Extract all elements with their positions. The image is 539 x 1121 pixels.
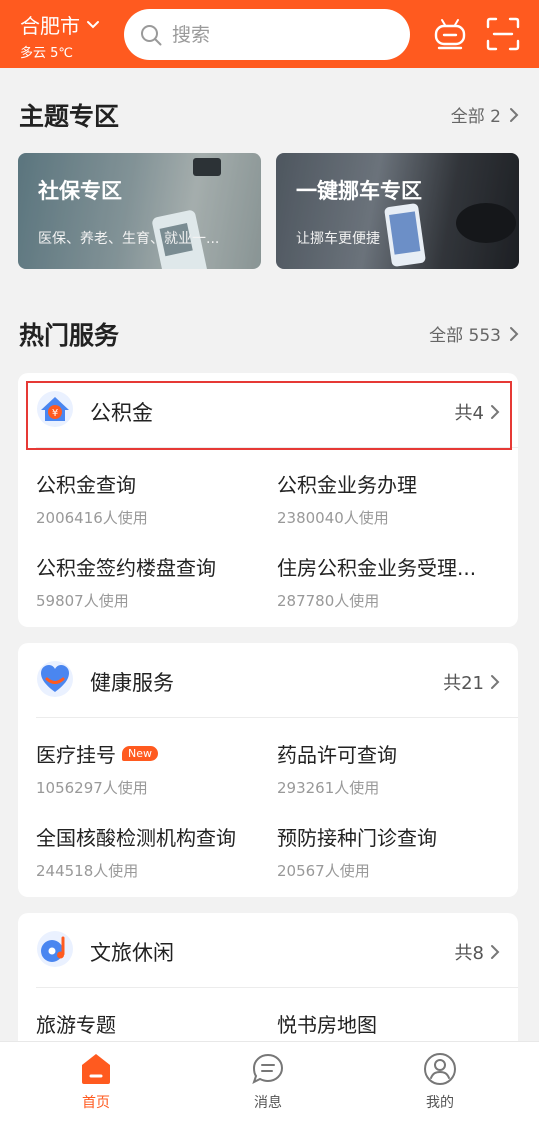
chevron-down-icon: [87, 20, 99, 28]
card-header[interactable]: 健康服务 共21: [18, 643, 518, 717]
themes-view-all[interactable]: 全部 2: [451, 102, 519, 127]
card-count-label: 共8: [454, 943, 484, 964]
service-item[interactable]: 医疗挂号 New 1056297人使用: [36, 739, 266, 798]
service-users: 2006416人使用: [36, 509, 148, 527]
service-item[interactable]: 全国核酸检测机构查询 244518人使用: [36, 822, 266, 881]
service-users: 59807人使用: [36, 592, 129, 610]
chevron-right-icon: [510, 107, 519, 122]
tab-label: 我的: [426, 1095, 454, 1111]
service-users: 20567人使用: [277, 862, 370, 880]
service-name-row: 医疗挂号 New: [36, 739, 266, 768]
service-name: 公积金签约楼盘查询: [36, 556, 216, 580]
service-name: 悦书房地图: [277, 1013, 377, 1037]
service-item[interactable]: 旅游专题: [36, 1009, 266, 1038]
tab-profile[interactable]: 我的: [390, 1052, 490, 1112]
service-item[interactable]: 公积金签约楼盘查询 59807人使用: [36, 552, 266, 611]
profile-icon: [424, 1053, 456, 1085]
hot-services-view-all[interactable]: 全部 553: [429, 321, 519, 346]
message-icon: [252, 1053, 284, 1084]
new-badge: New: [122, 746, 158, 761]
top-header: 合肥市 多云 5℃: [0, 0, 539, 68]
service-name: 旅游专题: [36, 1013, 116, 1037]
service-name: 医疗挂号: [36, 743, 116, 767]
search-bar[interactable]: [124, 9, 410, 60]
banner-title: 一键挪车专区: [296, 179, 422, 203]
service-name: 全国核酸检测机构查询: [36, 826, 236, 850]
service-name: 公积金业务办理: [277, 473, 417, 497]
service-name: 预防接种门诊查询: [277, 826, 437, 850]
weather-info: 多云 5℃: [20, 46, 74, 61]
health-services-card: 健康服务 共21 医疗挂号 New 1056297人使用 药品许可查询 2932…: [18, 643, 518, 897]
social-security-banner[interactable]: 社保专区 医保、养老、生育、就业一...: [18, 153, 261, 269]
service-item[interactable]: 公积金业务办理 2380040人使用: [277, 469, 507, 528]
hot-services-view-all-label: 全部 553: [429, 326, 501, 346]
themes-view-all-label: 全部 2: [450, 107, 501, 127]
card-header[interactable]: 文旅休闲 共8: [18, 913, 518, 987]
themes-section-title: 主题专区: [19, 102, 120, 131]
music-disc-icon: [37, 931, 73, 967]
service-name: 公积金查询: [36, 473, 136, 497]
chevron-right-icon: [510, 326, 519, 341]
banner-subtitle: 让挪车更便捷: [296, 231, 380, 247]
search-input[interactable]: [172, 23, 382, 46]
city-name: 合肥市: [20, 14, 80, 38]
service-users: 293261人使用: [277, 779, 380, 797]
chevron-right-icon: [491, 675, 500, 689]
service-item[interactable]: 药品许可查询 293261人使用: [277, 739, 507, 798]
chevron-right-icon: [491, 945, 500, 959]
card-count[interactable]: 共8: [455, 939, 500, 965]
divider: [36, 717, 518, 718]
service-item[interactable]: 公积金查询 2006416人使用: [36, 469, 266, 528]
card-title: 文旅休闲: [90, 941, 174, 965]
banner-subtitle: 医保、养老、生育、就业一...: [38, 231, 220, 247]
health-heart-icon: [37, 661, 73, 697]
robot-assistant-icon[interactable]: [432, 16, 468, 52]
card-count-label: 共21: [443, 673, 484, 694]
service-users: 244518人使用: [36, 862, 139, 880]
home-icon: [82, 1054, 110, 1084]
search-icon: [141, 24, 162, 45]
scan-icon[interactable]: [485, 16, 521, 52]
move-car-banner[interactable]: 一键挪车专区 让挪车更便捷: [276, 153, 519, 269]
service-item[interactable]: 预防接种门诊查询 20567人使用: [277, 822, 507, 881]
tab-label: 消息: [254, 1095, 282, 1111]
service-users: 2380040人使用: [277, 509, 389, 527]
phone-qr-illustration: [18, 153, 261, 269]
service-name: 药品许可查询: [277, 743, 397, 767]
hot-services-title: 热门服务: [19, 321, 120, 350]
city-selector[interactable]: 合肥市: [20, 10, 100, 39]
banner-title: 社保专区: [38, 179, 122, 203]
car-phone-illustration: [276, 153, 519, 269]
service-item[interactable]: 住房公积金业务受理... 287780人使用: [277, 552, 507, 611]
card-title: 健康服务: [90, 671, 174, 695]
service-users: 287780人使用: [277, 592, 380, 610]
divider: [36, 987, 518, 988]
bottom-tab-bar: 首页 消息 我的: [0, 1041, 539, 1121]
highlight-box: [26, 381, 512, 450]
card-count[interactable]: 共21: [443, 669, 500, 695]
service-item[interactable]: 悦书房地图: [277, 1009, 507, 1038]
tab-messages[interactable]: 消息: [218, 1052, 318, 1112]
tab-home[interactable]: 首页: [46, 1052, 146, 1112]
service-users: 1056297人使用: [36, 779, 148, 797]
service-name: 住房公积金业务受理...: [277, 556, 477, 580]
tab-label: 首页: [82, 1095, 110, 1111]
